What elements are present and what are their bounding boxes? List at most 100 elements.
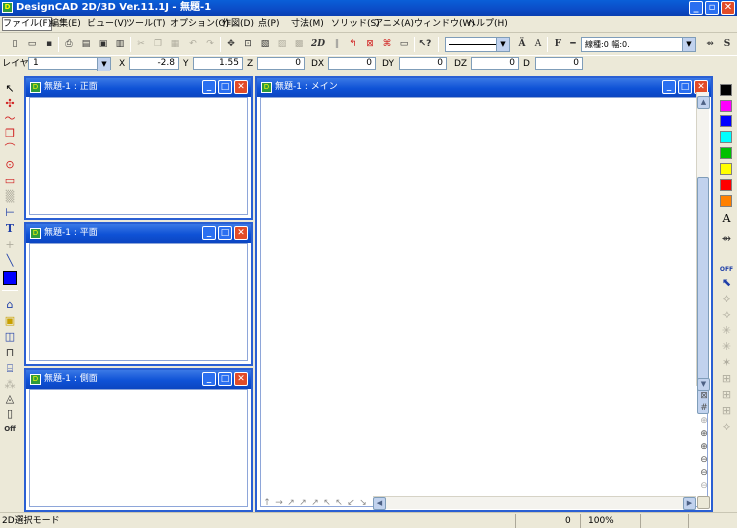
text-color-button[interactable]: A	[719, 212, 734, 226]
view-iso3-icon[interactable]: ↘	[357, 497, 369, 509]
scroll-right-arrow-icon[interactable]: ▶	[683, 497, 696, 510]
cut-icon[interactable]: ✂	[134, 37, 148, 51]
menu-window[interactable]: ウィンドウ(W)	[414, 18, 475, 30]
view-back-icon[interactable]: ↗	[285, 497, 297, 509]
menu-view[interactable]: ビュー(V)	[87, 18, 127, 30]
snap-tangent-icon[interactable]: ⊞	[719, 388, 734, 402]
save-icon[interactable]: ▪	[42, 37, 56, 51]
top-view-window[interactable]: D 無題-1 : 平面 _ □ ✕	[24, 222, 253, 366]
view-right-icon[interactable]: →	[273, 497, 285, 509]
maximize-button[interactable]: □	[218, 80, 232, 94]
menu-point[interactable]: 点(P)	[258, 18, 279, 30]
color-swatch-red[interactable]	[720, 179, 732, 191]
color-swatch-magenta[interactable]	[720, 100, 732, 112]
menu-tools[interactable]: ツール(T)	[126, 18, 166, 30]
zoom-previous-icon[interactable]: ⊖	[698, 480, 710, 492]
menu-dimension[interactable]: 寸法(M)	[291, 18, 324, 30]
arrow-style-icon[interactable]: ⇴	[703, 37, 717, 51]
color-swatch-green[interactable]	[720, 147, 732, 159]
arc-icon[interactable]: ⌒	[3, 142, 17, 156]
view-front-icon[interactable]: ↑	[261, 497, 273, 509]
snap-perp-icon[interactable]: ⊞	[719, 404, 734, 418]
view-bottom-icon[interactable]: ↙	[345, 497, 357, 509]
grid-icon[interactable]: #	[698, 402, 710, 414]
page-setup-icon[interactable]: ▣	[96, 37, 110, 51]
off-label[interactable]: OFF	[719, 263, 734, 277]
view-iso1-icon[interactable]: ↗	[297, 497, 309, 509]
horizontal-scrollbar[interactable]: ◀ ▶	[373, 496, 696, 510]
shell-icon[interactable]: ⊓	[3, 346, 17, 360]
chevron-down-icon[interactable]: ▼	[682, 38, 695, 51]
select-area-icon[interactable]: ▭	[397, 37, 411, 51]
view-icon[interactable]: ▨	[275, 37, 289, 51]
vertical-scrollbar[interactable]: ▲	[696, 92, 710, 414]
copy-icon[interactable]: ❐	[151, 37, 165, 51]
close-button[interactable]: ✕	[234, 80, 248, 94]
side-view-window[interactable]: D 無題-1 : 側面 _ □ ✕	[24, 368, 253, 512]
new-icon[interactable]: ▯	[8, 37, 22, 51]
text-style-label[interactable]: A	[531, 37, 545, 51]
color-swatch-yellow[interactable]	[720, 163, 732, 175]
zoom-out-icon[interactable]: ⊖	[698, 454, 710, 466]
snap-grid-icon[interactable]: ⊞	[719, 372, 734, 386]
snap-intersect-icon[interactable]: ✶	[719, 356, 734, 370]
print-preview-icon[interactable]: ▤	[79, 37, 93, 51]
view-3d-icon[interactable]: ▩	[292, 37, 306, 51]
snap-nearest-icon[interactable]: ⟡	[719, 420, 734, 434]
menu-solid[interactable]: ソリッド(S)	[331, 18, 380, 30]
main-view-window[interactable]: D 無題-1 : メイン _ □ ✕	[255, 76, 713, 512]
designcad-icon[interactable]: D	[2, 2, 13, 13]
side-view-titlebar[interactable]: D 無題-1 : 側面 _ □ ✕	[26, 370, 251, 389]
minimize-button[interactable]: _	[202, 372, 216, 386]
diagonal-line-icon[interactable]: ╲	[3, 254, 17, 268]
line-weight-icon[interactable]: ━	[566, 37, 580, 51]
render-icon[interactable]: ⌸	[3, 362, 17, 376]
mode-2d-button[interactable]: 2D	[311, 37, 325, 51]
snap-mid-icon[interactable]: ✳	[719, 324, 734, 338]
crosshair-icon[interactable]: +	[3, 238, 17, 252]
grid-snap-icon[interactable]: ⊠	[363, 37, 377, 51]
arrowhead-icon[interactable]: ⇴	[719, 232, 734, 246]
zoom-in-small-icon[interactable]: ⊕	[698, 441, 710, 453]
maximize-button[interactable]: □	[218, 226, 232, 240]
line-style-select[interactable]: ▼	[445, 37, 510, 52]
scroll-up-arrow-icon[interactable]: ▲	[697, 96, 710, 109]
color-swatch-blue[interactable]	[720, 115, 732, 127]
snap-icon[interactable]: ✥	[224, 37, 238, 51]
point-icon[interactable]: ✣	[3, 97, 17, 111]
close-button[interactable]: ✕	[721, 1, 735, 15]
solid-box-icon[interactable]: ▣	[3, 314, 17, 328]
print-icon[interactable]: ⎙	[62, 37, 76, 51]
close-button[interactable]: ✕	[234, 372, 248, 386]
handle-icon[interactable]: ⌘	[380, 37, 394, 51]
mode-3d-icon[interactable]: ‖	[330, 37, 344, 51]
scroll-left-arrow-icon[interactable]: ◀	[373, 497, 386, 510]
minimize-button[interactable]: _	[202, 226, 216, 240]
color-swatch-black[interactable]	[720, 84, 732, 96]
dx-field[interactable]: 0	[328, 57, 376, 70]
select-arrow-icon[interactable]: ↖	[3, 82, 17, 96]
zoom-window-icon[interactable]: ⊕	[698, 415, 710, 427]
page-icon[interactable]: ▯	[3, 407, 17, 421]
top-view-titlebar[interactable]: D 無題-1 : 平面 _ □ ✕	[26, 224, 251, 243]
side-view-canvas[interactable]	[29, 389, 248, 507]
layer-manager-icon[interactable]: ▧	[258, 37, 272, 51]
zoom-out-small-icon[interactable]: ⊖	[698, 467, 710, 479]
view-iso2-icon[interactable]: ↗	[309, 497, 321, 509]
dz-field[interactable]: 0	[471, 57, 519, 70]
menu-edit[interactable]: 編集(E)	[50, 18, 81, 30]
menu-help[interactable]: ヘルプ(H)	[467, 18, 508, 30]
properties-icon[interactable]: ▥	[113, 37, 127, 51]
rectangle-icon[interactable]: ▭	[3, 174, 17, 188]
title-bar[interactable]: D DesignCAD 2D/3D Ver.11.1J - 無題-1 _ ▫ ✕	[0, 0, 737, 16]
snap-point-icon[interactable]: ⟡	[719, 292, 734, 306]
redo-icon[interactable]: ↷	[203, 37, 217, 51]
text-style-icon[interactable]: Ä	[515, 37, 529, 51]
ortho-icon[interactable]: ↰	[346, 37, 360, 51]
erase-icon[interactable]: ◬	[3, 392, 17, 406]
x-field[interactable]: -2.8	[129, 57, 179, 70]
layer-select[interactable]: 1 ▼	[28, 57, 111, 71]
hatch-icon[interactable]: ▒	[3, 190, 17, 204]
view-top-icon[interactable]: ↖	[333, 497, 345, 509]
paste-icon[interactable]: ▦	[168, 37, 182, 51]
